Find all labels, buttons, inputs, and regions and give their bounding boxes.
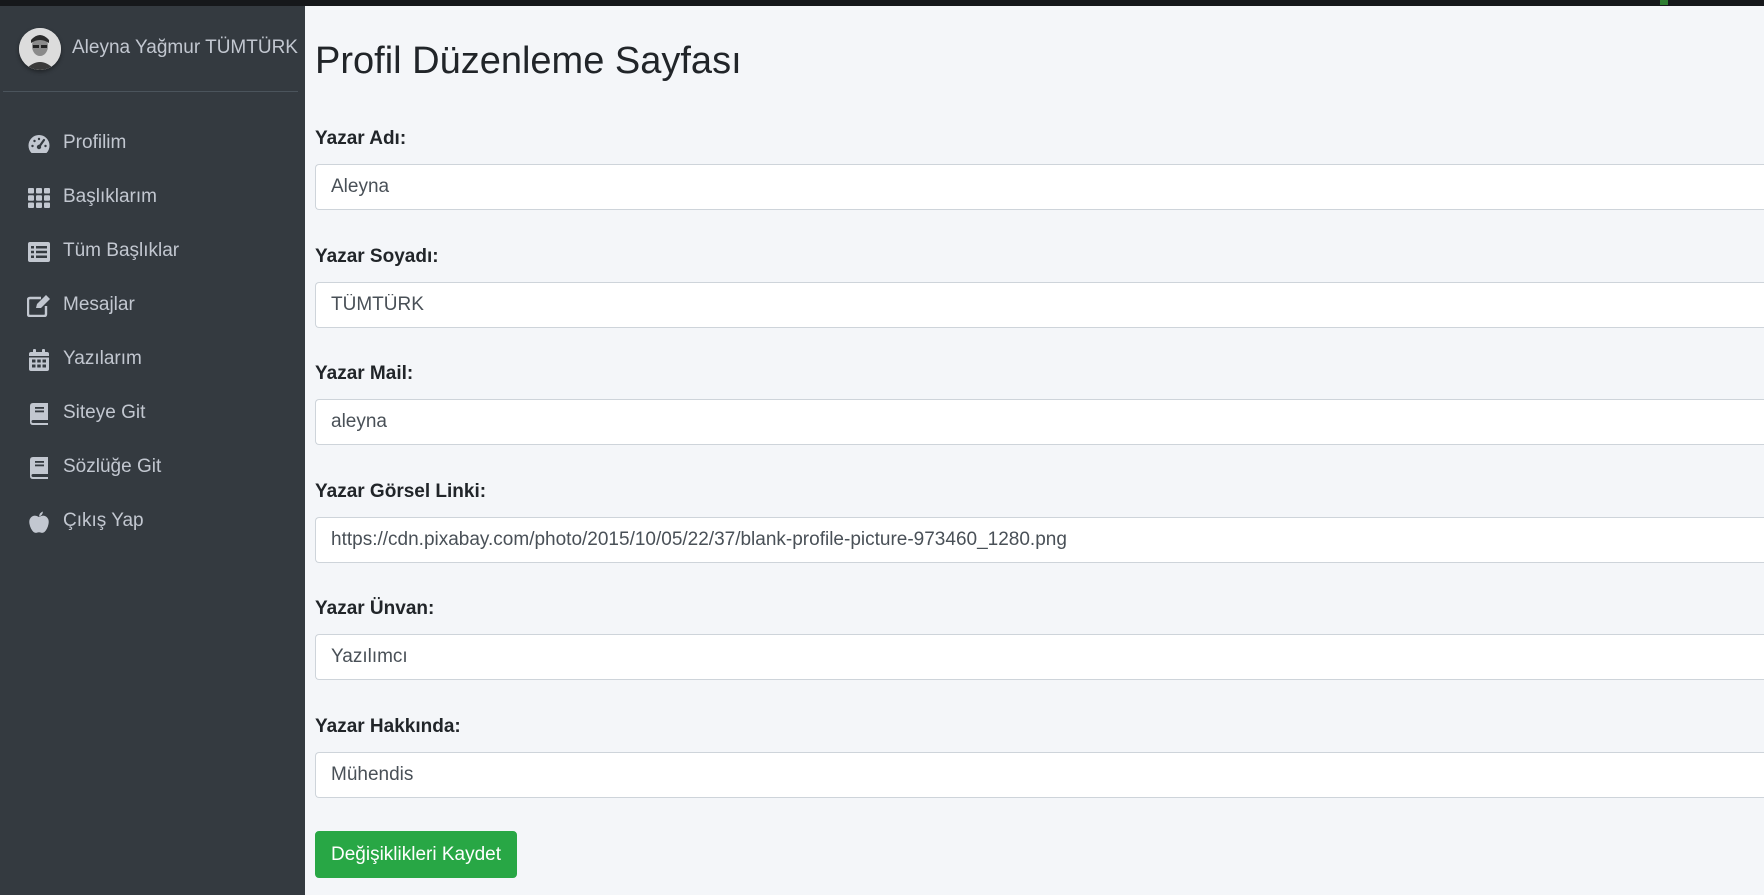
author-surname-input[interactable]	[315, 282, 1764, 328]
sidebar-item-label: Tüm Başlıklar	[63, 240, 180, 261]
user-name[interactable]: Aleyna Yağmur TÜMTÜRK	[72, 37, 298, 59]
sidebar-item-tum-basliklar[interactable]: Tüm Başlıklar	[0, 225, 305, 279]
avatar[interactable]	[19, 28, 61, 70]
author-mail-label: Yazar Mail:	[315, 363, 414, 384]
author-title-label: Yazar Ünvan:	[315, 598, 435, 619]
user-portrait-icon	[19, 28, 61, 70]
author-image-link-label: Yazar Görsel Linki:	[315, 481, 487, 502]
sidebar-item-profilim[interactable]: Profilim	[0, 117, 305, 171]
author-about-label: Yazar Hakkında:	[315, 716, 461, 737]
author-image-link-input[interactable]	[315, 517, 1764, 563]
list-icon	[27, 240, 51, 264]
sidebar: Aleyna Yağmur TÜMTÜRK Profilim Başlıklar…	[0, 6, 305, 895]
sidebar-item-label: Başlıklarım	[63, 186, 157, 207]
book-icon	[27, 456, 51, 480]
sidebar-item-basliklarim[interactable]: Başlıklarım	[0, 171, 305, 225]
page-title: Profil Düzenleme Sayfası	[315, 40, 742, 82]
sidebar-item-label: Çıkış Yap	[63, 510, 144, 531]
calendar-icon	[27, 348, 51, 372]
user-panel[interactable]: Aleyna Yağmur TÜMTÜRK	[3, 6, 298, 92]
sidebar-item-sozluge-git[interactable]: Sözlüğe Git	[0, 441, 305, 495]
author-mail-input[interactable]	[315, 399, 1764, 445]
author-title-input[interactable]	[315, 634, 1764, 680]
book-icon	[27, 402, 51, 426]
author-about-input[interactable]	[315, 752, 1764, 798]
sidebar-item-yazilarim[interactable]: Yazılarım	[0, 333, 305, 387]
save-changes-button[interactable]: Değişiklikleri Kaydet	[315, 831, 518, 878]
grid-icon	[27, 186, 51, 210]
sidebar-item-label: Yazılarım	[63, 348, 142, 369]
sidebar-item-label: Sözlüğe Git	[63, 456, 162, 477]
sidebar-item-siteye-git[interactable]: Siteye Git	[0, 387, 305, 441]
author-surname-label: Yazar Soyadı:	[315, 246, 439, 267]
apple-icon	[27, 510, 51, 534]
sidebar-item-label: Siteye Git	[63, 402, 146, 423]
sidebar-item-label: Mesajlar	[63, 294, 135, 315]
sidebar-item-cikis-yap[interactable]: Çıkış Yap	[0, 495, 305, 549]
edit-icon	[27, 294, 51, 318]
author-name-input[interactable]	[315, 164, 1764, 210]
tachometer-icon	[27, 132, 51, 156]
sidebar-item-label: Profilim	[63, 132, 127, 153]
author-name-label: Yazar Adı:	[315, 128, 407, 149]
indicator-light	[1660, 0, 1668, 5]
sidebar-item-mesajlar[interactable]: Mesajlar	[0, 279, 305, 333]
sidebar-nav: Profilim Başlıklarım Tüm Başlıklar Mesaj…	[0, 117, 305, 549]
main-content: Profil Düzenleme Sayfası Yazar Adı: Yaza…	[305, 6, 1764, 895]
